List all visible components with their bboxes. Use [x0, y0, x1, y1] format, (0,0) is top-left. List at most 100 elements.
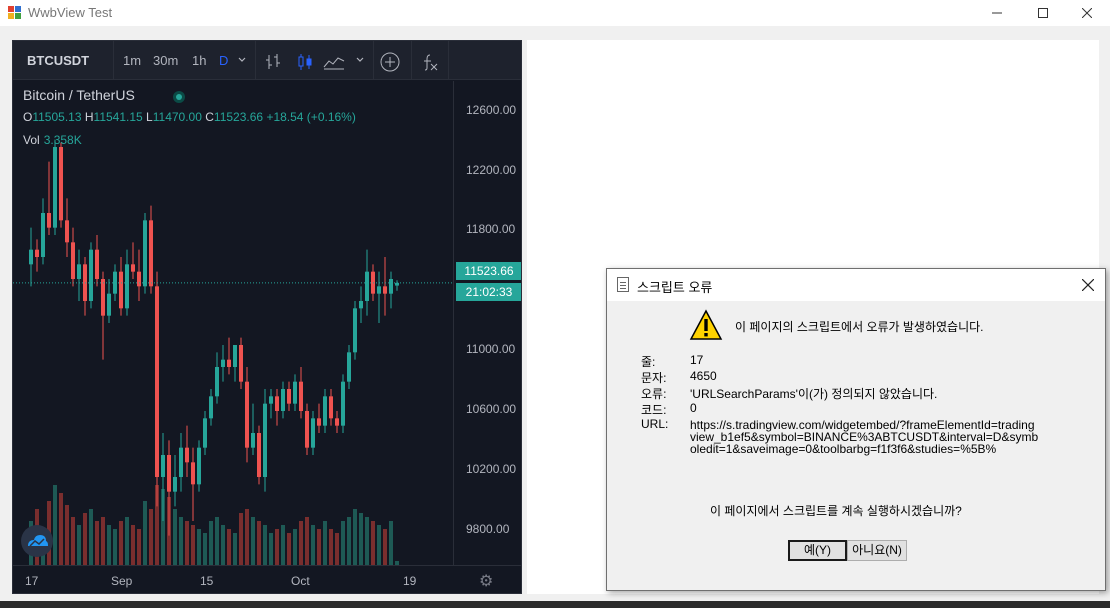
price-tick: 11800.00 — [466, 222, 516, 236]
time-tick: 17 — [25, 574, 39, 588]
tradingview-widget[interactable]: BTCUSDT 1m 30m 1h D Bitcoin / TetherUS O… — [12, 40, 522, 594]
candle-body — [41, 213, 45, 257]
candle-body — [47, 213, 51, 228]
candle-body — [377, 286, 381, 294]
candle-body — [329, 396, 333, 419]
volume-bar — [311, 525, 315, 565]
dialog-title: 스크립트 오류 — [637, 280, 713, 295]
line-label: 줄: — [641, 355, 656, 369]
volume-bar — [77, 525, 81, 565]
minimize-button[interactable] — [974, 0, 1020, 26]
area-style-icon[interactable] — [323, 41, 345, 80]
candle-body — [299, 381, 303, 411]
time-axis[interactable]: 17 Sep 15 Oct 19 ⚙ — [13, 565, 521, 593]
dialog-close-button[interactable] — [1073, 273, 1103, 297]
char-value: 4650 — [690, 369, 717, 383]
candle-body — [215, 367, 219, 397]
volume-bar — [185, 521, 189, 565]
candle-body — [107, 293, 111, 316]
yes-button[interactable]: 예(Y) — [788, 540, 847, 561]
candle-body — [29, 249, 33, 265]
url-label: URL: — [641, 417, 669, 431]
last-price-label: 11523.66 — [456, 262, 521, 280]
error-label: 오류: — [641, 387, 667, 401]
indicators-fx-icon[interactable] — [421, 41, 439, 80]
volume-bar — [353, 509, 357, 565]
candle-body — [293, 381, 297, 404]
candle-body — [125, 264, 129, 309]
candle-body — [287, 389, 291, 404]
candle-body — [173, 477, 177, 492]
error-value: 'URLSearchParams'이(가) 정의되지 않았습니다. — [690, 387, 938, 401]
tradingview-logo-icon[interactable] — [21, 525, 53, 557]
volume-bar — [347, 517, 351, 565]
volume-bar — [233, 533, 237, 565]
dialog-title-bar[interactable]: 스크립트 오류 — [607, 269, 1105, 301]
volume-bar — [101, 517, 105, 565]
candle-style-icon[interactable] — [295, 41, 315, 80]
compare-plus-icon[interactable] — [379, 41, 401, 80]
app-window: WwbView Test BTCUSDT 1m 30m 1h D Bitcoin… — [0, 0, 1110, 608]
price-tick: 10200.00 — [466, 462, 517, 476]
volume-bar — [269, 533, 273, 565]
candle-body — [71, 242, 75, 279]
close-button[interactable] — [1064, 0, 1110, 26]
candlestick-chart[interactable] — [13, 81, 453, 565]
volume-bar — [137, 529, 141, 565]
volume-bar — [359, 513, 363, 565]
interval-1h-button[interactable]: 1h — [192, 41, 206, 80]
minimize-icon — [992, 12, 1002, 14]
volume-bar — [125, 517, 129, 565]
volume-bar — [89, 509, 93, 565]
volume-bar — [299, 521, 303, 565]
title-bar[interactable]: WwbView Test — [0, 0, 1110, 26]
interval-d-button[interactable]: D — [219, 41, 228, 80]
volume-bar — [323, 521, 327, 565]
app-icon — [8, 6, 22, 20]
chevron-down-icon[interactable] — [355, 41, 365, 80]
maximize-button[interactable] — [1020, 0, 1066, 26]
dialog-message: 이 페이지의 스크립트에서 오류가 발생하였습니다. — [735, 320, 984, 334]
volume-legend: Vol 3.358K — [23, 133, 82, 147]
interval-30m-button[interactable]: 30m — [153, 41, 178, 80]
candle-body — [365, 271, 369, 301]
candle-body — [233, 345, 237, 367]
candle-body — [203, 418, 207, 448]
line-value: 17 — [690, 353, 704, 367]
candle-body — [281, 389, 285, 411]
close-value: 11523.66 — [213, 110, 264, 124]
candle-body — [185, 447, 189, 463]
interval-1m-button[interactable]: 1m — [123, 41, 141, 80]
volume-bar — [149, 509, 153, 565]
countdown-label: 21:02:33 — [456, 283, 521, 301]
volume-bar — [65, 505, 69, 565]
interval-chevron-down-icon[interactable] — [237, 41, 247, 80]
price-axis[interactable]: 12600.00 12200.00 11800.00 11000.00 1060… — [453, 81, 521, 565]
symbol-search-button[interactable]: BTCUSDT — [27, 41, 89, 80]
settings-gear-icon[interactable]: ⚙ — [479, 571, 493, 591]
candle-body — [263, 403, 267, 477]
candle-body — [89, 249, 93, 301]
candle-body — [305, 411, 309, 448]
volume-bar — [215, 517, 219, 565]
volume-value: 3.358K — [43, 133, 82, 147]
candle-body — [95, 249, 99, 279]
window-title: WwbView Test — [28, 5, 113, 20]
candle-body — [323, 396, 327, 426]
candle-body — [245, 381, 249, 448]
ohlc-legend: O11505.13 H11541.15 L11470.00 C11523.66 … — [23, 110, 356, 124]
volume-bar — [377, 525, 381, 565]
no-button[interactable]: 아니요(N) — [847, 540, 907, 561]
volume-bar — [305, 517, 309, 565]
candle-body — [143, 220, 147, 287]
bar-style-icon[interactable] — [263, 41, 283, 80]
candle-body — [347, 352, 351, 382]
candle-body — [179, 447, 183, 477]
volume-bar — [245, 509, 249, 565]
price-tick: 9800.00 — [466, 522, 510, 536]
maximize-icon — [1038, 8, 1048, 18]
volume-bar — [281, 525, 285, 565]
volume-bar — [263, 525, 267, 565]
time-tick: 19 — [403, 574, 417, 588]
code-value: 0 — [690, 401, 697, 415]
